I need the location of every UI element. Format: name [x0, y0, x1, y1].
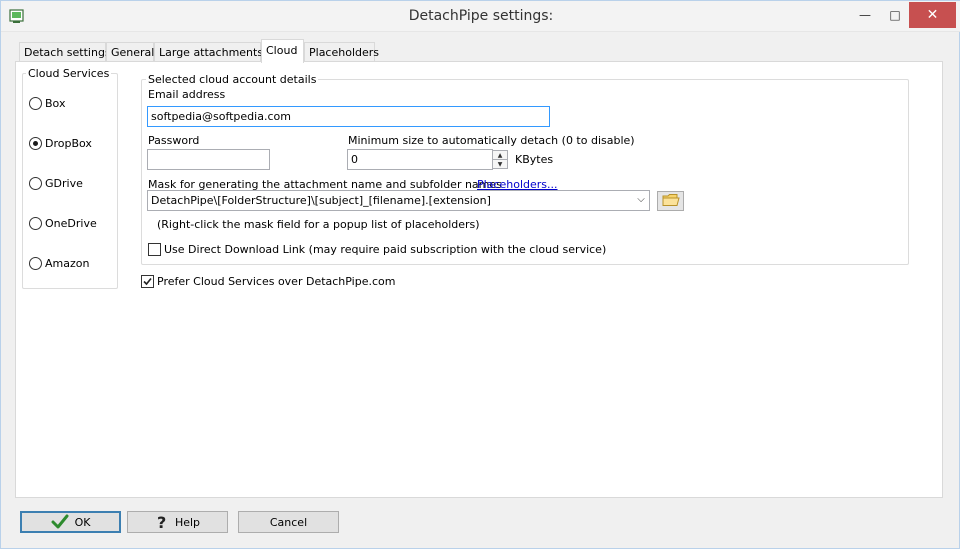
radio-button[interactable]	[29, 216, 42, 230]
radio-onedrive[interactable]: OneDrive	[29, 215, 97, 231]
checkmark-icon	[143, 277, 152, 285]
mask-hint: (Right-click the mask field for a popup …	[157, 218, 480, 231]
checkbox[interactable]	[141, 274, 154, 288]
radio-gdrive[interactable]: GDrive	[29, 175, 83, 191]
radio-amazon[interactable]: Amazon	[29, 255, 89, 271]
mask-combobox[interactable]: DetachPipe\[FolderStructure]\[subject]_[…	[147, 190, 650, 211]
folder-icon	[662, 193, 680, 210]
cloud-tab-content: Cloud Services Box DropBox GDrive OneDri…	[1, 1, 960, 549]
question-icon: ?	[155, 514, 169, 530]
cancel-label: Cancel	[269, 515, 308, 529]
checkmark-icon	[51, 514, 69, 530]
help-label: Help	[174, 515, 201, 529]
radio-button[interactable]	[29, 256, 42, 270]
checkbox-label: Prefer Cloud Services over DetachPipe.co…	[157, 274, 396, 288]
min-size-label: Minimum size to automatically detach (0 …	[348, 134, 635, 147]
checkbox[interactable]	[148, 242, 161, 256]
radio-label: OneDrive	[45, 216, 97, 230]
settings-window: DetachPipe settings: — □ ✕ Detach settin…	[0, 0, 960, 549]
email-field[interactable]	[147, 106, 550, 127]
radio-box[interactable]: Box	[29, 95, 65, 111]
ok-button[interactable]: OK	[20, 511, 121, 533]
prefer-cloud-checkbox[interactable]: Prefer Cloud Services over DetachPipe.co…	[141, 273, 395, 289]
spin-up-icon[interactable]: ▲	[493, 151, 507, 160]
password-label: Password	[148, 134, 200, 147]
direct-link-checkbox[interactable]: Use Direct Download Link (may require pa…	[148, 241, 606, 257]
radio-button[interactable]	[29, 136, 42, 150]
min-size-spinner[interactable]: ▲ ▼	[492, 150, 508, 169]
radio-label: DropBox	[45, 136, 92, 150]
radio-label: Amazon	[45, 256, 90, 270]
mask-value: DetachPipe\[FolderStructure]\[subject]_[…	[151, 194, 491, 207]
email-label: Email address	[148, 88, 226, 101]
checkbox-label: Use Direct Download Link (may require pa…	[164, 242, 607, 256]
spin-down-icon[interactable]: ▼	[493, 160, 507, 169]
min-size-field[interactable]	[347, 149, 493, 170]
radio-label: Box	[45, 96, 66, 110]
radio-button[interactable]	[29, 176, 42, 190]
password-field[interactable]	[147, 149, 270, 170]
browse-folder-button[interactable]	[657, 191, 684, 211]
help-button[interactable]: ? Help	[127, 511, 228, 533]
radio-button[interactable]	[29, 96, 42, 110]
chevron-down-icon[interactable]: ⌵	[636, 195, 646, 205]
cloud-services-label: Cloud Services	[26, 67, 112, 80]
account-details-label: Selected cloud account details	[146, 73, 319, 86]
ok-label: OK	[74, 515, 91, 529]
radio-dropbox[interactable]: DropBox	[29, 135, 92, 151]
svg-text:?: ?	[157, 514, 166, 530]
radio-label: GDrive	[45, 176, 83, 190]
cancel-button[interactable]: Cancel	[238, 511, 339, 533]
min-size-unit: KBytes	[515, 153, 554, 166]
